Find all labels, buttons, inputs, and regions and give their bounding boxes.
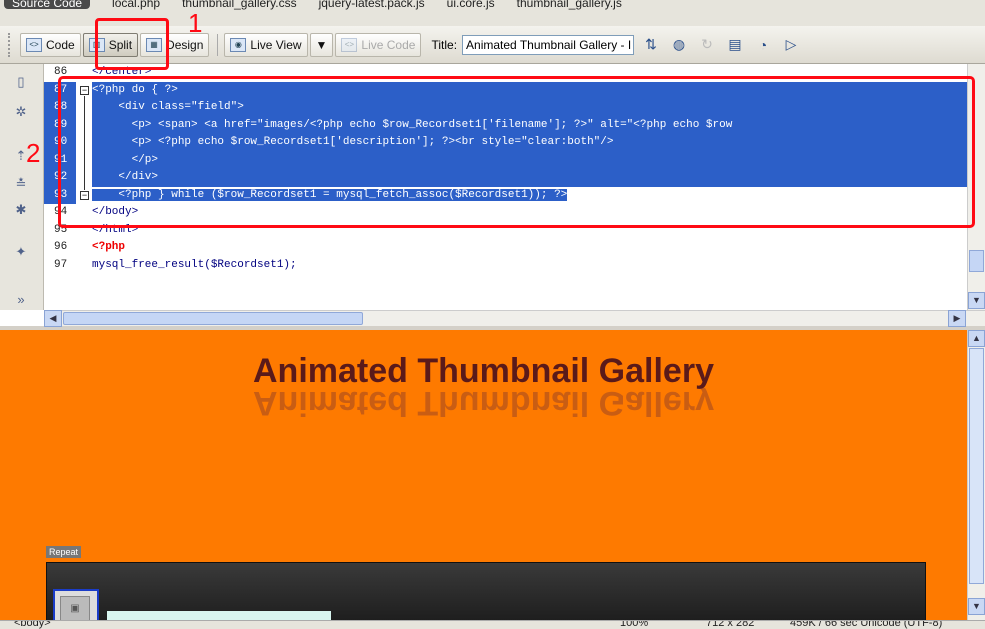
collapse-selection-icon[interactable]: ≛ (12, 176, 30, 192)
related-file-source-code[interactable]: Source Code (4, 0, 91, 9)
heading-reflection: Animated Thumbnail Gallery (253, 388, 714, 418)
select-parent-tag-icon[interactable]: ✦ (12, 244, 30, 260)
file-management-icon[interactable]: ⇅ (640, 34, 662, 56)
line-number: 97 (54, 258, 68, 271)
scroll-right-icon[interactable]: ▶ (948, 310, 966, 327)
image-placeholder-icon: ▣ (60, 596, 90, 620)
expand-all-icon[interactable]: ✱ (12, 202, 30, 218)
live-code-label: Live Code (361, 37, 416, 52)
live-code-icon: <> (341, 37, 358, 52)
refresh-icon[interactable]: ↻ (696, 34, 718, 56)
related-file-gallery-js[interactable]: thumbnail_gallery.js (517, 0, 622, 9)
toolbar-separator (217, 33, 219, 56)
zoom-level[interactable]: 100% (620, 621, 648, 629)
document-title-input[interactable]: Animated Thumbnail Gallery - I (462, 34, 635, 55)
status-bar: <body> 100% 712 x 282 459K / 66 sec Unic… (0, 620, 985, 629)
live-view-dropdown[interactable]: ▼ (309, 32, 334, 57)
more-tools-icon[interactable]: » (12, 292, 30, 308)
design-view-label: Design (166, 37, 204, 52)
live-view-button[interactable]: ◉ Live View (224, 32, 308, 57)
preview-browser-icon[interactable]: ◍ (668, 34, 690, 56)
line-number: 96 (54, 241, 68, 253)
page-heading: Animated Thumbnail Gallery (253, 352, 714, 390)
code-view-button[interactable]: <> Code (20, 32, 81, 57)
annotation-box-selection (58, 76, 975, 228)
code-view-label: Code (46, 37, 75, 52)
toolbar-grip[interactable] (8, 32, 12, 57)
scroll-down-icon[interactable]: ▼ (968, 598, 985, 615)
annotation-number-2: 2 (26, 138, 41, 168)
view-options-icon[interactable]: ▤ (724, 34, 746, 56)
thumbnail-frame[interactable]: ▣ (53, 589, 99, 620)
open-documents-icon[interactable]: ▯ (12, 74, 30, 90)
code-icon: <> (26, 37, 42, 52)
scroll-up-icon[interactable]: ▲ (968, 330, 985, 347)
annotation-number-1: 1 (188, 8, 203, 38)
title-label: Title: (431, 37, 458, 52)
design-view-pane[interactable]: Animated Thumbnail Gallery Animated Thum… (0, 330, 985, 620)
window-size[interactable]: 712 x 282 (706, 621, 754, 629)
coding-toolbar: ▯ ✲ ⇡ ≛ ✱ ✦ » (0, 64, 44, 310)
code-line: <?php (92, 241, 126, 253)
scroll-thumb[interactable] (969, 250, 984, 272)
live-code-button[interactable]: <> Live Code (335, 32, 422, 57)
related-file-local-php[interactable]: local.php (112, 0, 160, 9)
validate-icon[interactable]: ▷ (780, 34, 802, 56)
scroll-thumb[interactable] (63, 312, 363, 325)
live-view-label: Live View (250, 37, 302, 52)
tag-selector[interactable]: <body> (14, 621, 51, 629)
visual-aids-icon[interactable]: ◔ (752, 34, 774, 56)
show-code-navigator-icon[interactable]: ✲ (12, 104, 30, 120)
chevron-down-icon: ▼ (315, 37, 328, 52)
scroll-left-icon[interactable]: ◀ (44, 310, 62, 327)
live-view-icon: ◉ (230, 37, 247, 52)
related-file-ui-core[interactable]: ui.core.js (447, 0, 495, 9)
code-horizontal-scrollbar[interactable]: ◀ ▶ (44, 310, 985, 327)
download-info: 459K / 66 sec Unicode (UTF-8) (790, 620, 943, 629)
code-line: mysql_free_result($Recordset1); (92, 258, 297, 271)
scroll-thumb[interactable] (969, 348, 984, 584)
related-file-jquery[interactable]: jquery-latest.pack.js (319, 0, 425, 9)
annotation-box-split (95, 18, 169, 70)
scroll-down-icon[interactable]: ▼ (968, 292, 985, 309)
repeat-region[interactable]: ▣ (46, 562, 926, 620)
design-vertical-scrollbar[interactable]: ▲ ▼ (967, 330, 985, 620)
description-field[interactable] (107, 611, 331, 620)
repeat-region-tag[interactable]: Repeat (46, 546, 82, 558)
